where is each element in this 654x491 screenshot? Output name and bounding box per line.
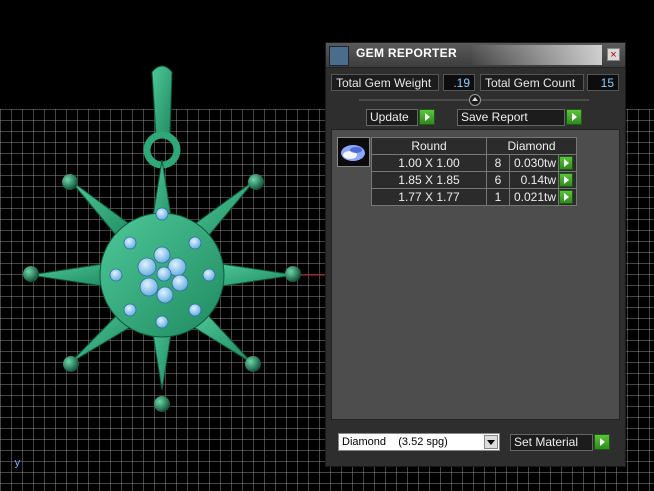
material-spg: (3.52 spg): [398, 436, 448, 448]
title-bar[interactable]: GEM REPORTER ×: [326, 43, 625, 68]
total-gem-count-label: Total Gem Count: [480, 74, 584, 91]
material-name: Diamond: [342, 436, 387, 448]
column-header-diamond: Diamond: [486, 137, 577, 155]
gem-weight: 0.021tw: [509, 188, 559, 206]
total-gem-count-value: 15: [587, 74, 619, 91]
chevron-down-icon[interactable]: [484, 435, 498, 449]
gem-weight: 0.14tw: [509, 171, 559, 189]
gem-count: 8: [486, 154, 510, 172]
table-row: 1.85 X 1.85 6 0.14tw: [371, 171, 577, 189]
gem-report-area: Round Diamond 1.00 X 1.00 8 0.030tw 1.85…: [331, 129, 620, 420]
save-report-button[interactable]: Save Report: [457, 109, 565, 126]
row-select-button[interactable]: [559, 190, 573, 205]
diamond-gem-icon[interactable]: [337, 137, 370, 167]
gem-count: 6: [486, 171, 510, 189]
update-go-button[interactable]: [419, 109, 435, 125]
table-row: 1.00 X 1.00 8 0.030tw: [371, 154, 577, 172]
gem-reporter-icon: [329, 46, 349, 66]
row-select-button[interactable]: [559, 156, 573, 171]
row-select-button[interactable]: [559, 173, 573, 188]
collapse-toggle[interactable]: [469, 94, 481, 106]
gem-size: 1.00 X 1.00: [371, 154, 487, 172]
set-material-go-button[interactable]: [594, 434, 610, 450]
total-gem-weight-label: Total Gem Weight: [331, 74, 439, 91]
material-select[interactable]: Diamond (3.52 spg): [338, 433, 500, 451]
panel-title: GEM REPORTER: [356, 46, 457, 60]
table-row: 1.77 X 1.77 1 0.021tw: [371, 188, 577, 206]
gem-table: Round Diamond 1.00 X 1.00 8 0.030tw 1.85…: [371, 137, 577, 206]
gem-size: 1.77 X 1.77: [371, 188, 487, 206]
update-button[interactable]: Update: [366, 109, 418, 126]
column-header-round: Round: [371, 137, 487, 155]
close-button[interactable]: ×: [607, 48, 620, 61]
gem-reporter-panel: GEM REPORTER × Total Gem Weight .19 Tota…: [325, 42, 626, 467]
gem-count: 1: [486, 188, 510, 206]
save-report-go-button[interactable]: [566, 109, 582, 125]
y-axis-label: y: [14, 456, 21, 469]
set-material-button[interactable]: Set Material: [510, 434, 593, 451]
gem-size: 1.85 X 1.85: [371, 171, 487, 189]
title-bar-gradient: [472, 45, 602, 65]
gem-weight: 0.030tw: [509, 154, 559, 172]
total-gem-weight-value: .19: [443, 74, 475, 91]
